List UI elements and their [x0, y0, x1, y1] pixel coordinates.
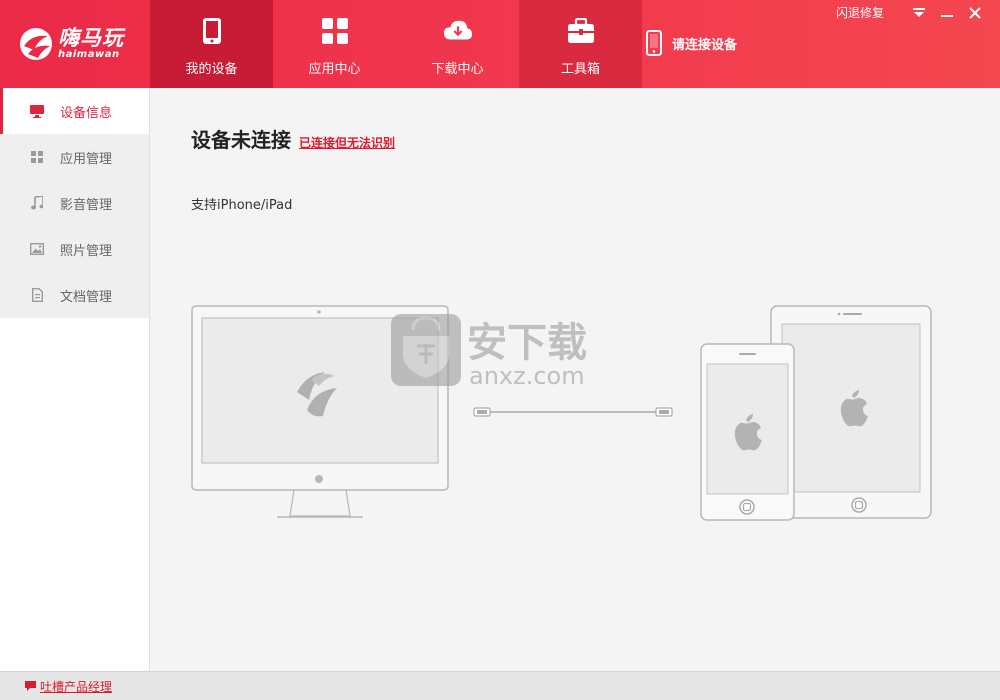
iphone-graphic: [700, 343, 795, 521]
tab-my-device-label: 我的设备: [185, 62, 238, 77]
feedback-link-label: 吐槽产品经理: [40, 679, 113, 694]
speech-bubble-icon: [25, 681, 36, 691]
sidebar-item-label: 影音管理: [60, 197, 113, 213]
close-icon[interactable]: [964, 5, 986, 21]
sidebar-item-label: 照片管理: [60, 243, 113, 259]
grid-icon: [320, 16, 350, 46]
tab-app-center[interactable]: 应用中心: [273, 0, 396, 88]
watermark-cn-text: 安下载: [467, 320, 587, 366]
window-controls: 闪退修复: [836, 4, 986, 21]
phone-outline-icon: [646, 30, 662, 56]
tab-toolbox[interactable]: 工具箱: [519, 0, 642, 88]
connected-unrecognized-link[interactable]: 已连接但无法识别: [299, 134, 395, 151]
connection-status: 请连接设备: [646, 30, 737, 56]
sidebar-item-label: 文档管理: [60, 289, 113, 305]
crash-repair-link[interactable]: 闪退修复: [836, 4, 884, 21]
sidebar-item-media-management[interactable]: 影音管理: [0, 180, 149, 226]
watermark: 安下载 anxz.com: [391, 314, 587, 390]
phone-icon: [197, 16, 227, 46]
sidebar-item-app-management[interactable]: 应用管理: [0, 134, 149, 180]
sidebar-item-document-management[interactable]: 文档管理: [0, 272, 149, 318]
sidebar-item-label: 设备信息: [60, 105, 113, 121]
menu-icon[interactable]: [908, 5, 930, 21]
logo-icon: [20, 28, 52, 60]
top-bar: 嗨马玩 haimawan 我的设备 应用中心 下载中心 工具箱 请连接设备 闪退…: [0, 0, 1000, 88]
usb-cable-graphic: [473, 407, 673, 417]
logo-en-text: haimawan: [58, 49, 120, 60]
cloud-download-icon: [443, 16, 473, 46]
support-text: 支持iPhone/iPad: [191, 198, 293, 213]
ipad-graphic: [770, 305, 932, 519]
toolbox-icon: [566, 16, 596, 46]
tab-toolbox-label: 工具箱: [560, 62, 600, 77]
music-note-icon: [30, 196, 44, 210]
monitor-icon: [30, 104, 44, 118]
connection-illustration: 安下载 anxz.com: [191, 305, 932, 521]
tab-app-center-label: 应用中心: [308, 62, 361, 77]
document-icon: [30, 288, 44, 302]
sidebar-item-device-info[interactable]: 设备信息: [0, 88, 149, 134]
footer-bar: 吐槽产品经理: [0, 671, 1000, 700]
tab-download-center-label: 下载中心: [431, 62, 484, 77]
page-title: 设备未连接: [191, 128, 291, 152]
main-panel: 设备未连接 已连接但无法识别 支持iPhone/iPad 安下载 anxz.co…: [151, 88, 1000, 671]
picture-icon: [30, 242, 44, 256]
grid-small-icon: [30, 150, 44, 164]
tab-download-center[interactable]: 下载中心: [396, 0, 519, 88]
minimize-icon[interactable]: [936, 5, 958, 21]
sidebar-item-photo-management[interactable]: 照片管理: [0, 226, 149, 272]
app-logo: 嗨马玩 haimawan: [18, 16, 133, 72]
feedback-link[interactable]: 吐槽产品经理: [24, 678, 112, 695]
logo-cn-text: 嗨马玩: [58, 26, 124, 50]
tab-my-device[interactable]: 我的设备: [150, 0, 273, 88]
connection-status-text: 请连接设备: [672, 37, 738, 53]
main-nav: 我的设备 应用中心 下载中心 工具箱: [150, 0, 642, 88]
sidebar-item-label: 应用管理: [60, 151, 113, 167]
watermark-en-text: anxz.com: [469, 362, 585, 390]
sidebar: 设备信息 应用管理 影音管理 照片管理 文档管理: [0, 88, 150, 671]
